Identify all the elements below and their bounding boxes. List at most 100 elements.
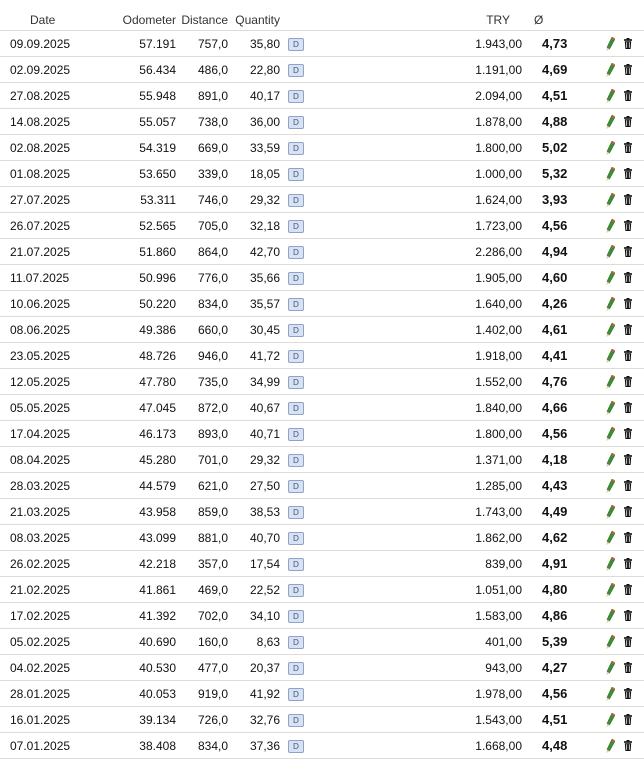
fuel-type-badge: D: [288, 661, 304, 675]
cell-cost: 1.723,00: [448, 212, 522, 239]
cell-fuel-type: D: [280, 498, 318, 525]
cell-odometer: 51.860: [118, 238, 176, 265]
pencil-icon[interactable]: [606, 556, 615, 571]
cell-actions: [578, 238, 644, 265]
trash-icon[interactable]: [624, 662, 632, 674]
trash-icon[interactable]: [624, 116, 632, 128]
pencil-icon[interactable]: [606, 686, 615, 701]
pencil-icon[interactable]: [606, 452, 615, 467]
fuel-type-badge: D: [288, 271, 304, 285]
cell-average: 4,27: [522, 654, 578, 681]
table-row: 01.08.2025 53.650 339,0 18,05 D 1.000,00…: [0, 160, 644, 187]
cell-actions: [578, 550, 644, 577]
trash-icon[interactable]: [624, 298, 632, 310]
header-quantity[interactable]: Quantity: [228, 10, 280, 31]
pencil-icon[interactable]: [606, 634, 615, 649]
header-average[interactable]: Ø: [522, 10, 578, 31]
cell-fuel-type: D: [280, 680, 318, 707]
trash-icon[interactable]: [624, 220, 632, 232]
pencil-icon[interactable]: [606, 296, 615, 311]
fuel-type-badge: D: [288, 479, 304, 493]
table-row: 17.02.2025 41.392 702,0 34,10 D 1.583,00…: [0, 602, 644, 629]
pencil-icon[interactable]: [606, 36, 615, 51]
table-row: 08.06.2025 49.386 660,0 30,45 D 1.402,00…: [0, 316, 644, 343]
trash-icon[interactable]: [624, 376, 632, 388]
trash-icon[interactable]: [624, 740, 632, 752]
trash-icon[interactable]: [624, 272, 632, 284]
trash-icon[interactable]: [624, 636, 632, 648]
cell-date: 28.03.2025: [0, 472, 118, 499]
fuel-type-badge: D: [288, 453, 304, 467]
trash-icon[interactable]: [624, 142, 632, 154]
trash-icon[interactable]: [624, 714, 632, 726]
header-date[interactable]: Date: [0, 10, 118, 31]
pencil-icon[interactable]: [606, 374, 615, 389]
table-row: 10.06.2025 50.220 834,0 35,57 D 1.640,00…: [0, 290, 644, 317]
pencil-icon[interactable]: [606, 712, 615, 727]
trash-icon[interactable]: [624, 402, 632, 414]
pencil-icon[interactable]: [606, 166, 615, 181]
pencil-icon[interactable]: [606, 62, 615, 77]
trash-icon[interactable]: [624, 194, 632, 206]
trash-icon[interactable]: [624, 532, 632, 544]
pencil-icon[interactable]: [606, 140, 615, 155]
cell-odometer: 57.191: [118, 30, 176, 57]
trash-icon[interactable]: [624, 558, 632, 570]
pencil-icon[interactable]: [606, 478, 615, 493]
pencil-icon[interactable]: [606, 244, 615, 259]
trash-icon[interactable]: [624, 506, 632, 518]
trash-icon[interactable]: [624, 688, 632, 700]
trash-icon[interactable]: [624, 38, 632, 50]
cell-spacer: [318, 212, 448, 239]
cell-average: 4,62: [522, 524, 578, 551]
trash-icon[interactable]: [624, 168, 632, 180]
header-odometer[interactable]: Odometer: [118, 10, 176, 31]
cell-cost: 1.371,00: [448, 446, 522, 473]
cell-odometer: 40.690: [118, 628, 176, 655]
trash-icon[interactable]: [624, 324, 632, 336]
pencil-icon[interactable]: [606, 608, 615, 623]
trash-icon[interactable]: [624, 350, 632, 362]
pencil-icon[interactable]: [606, 88, 615, 103]
cell-actions: [578, 732, 644, 759]
trash-icon[interactable]: [624, 90, 632, 102]
fuel-type-badge: D: [288, 141, 304, 155]
pencil-icon[interactable]: [606, 270, 615, 285]
trash-icon[interactable]: [624, 246, 632, 258]
cell-odometer: 55.057: [118, 108, 176, 135]
pencil-icon[interactable]: [606, 530, 615, 545]
trash-icon[interactable]: [624, 584, 632, 596]
pencil-icon[interactable]: [606, 218, 615, 233]
cell-odometer: 50.220: [118, 290, 176, 317]
pencil-icon[interactable]: [606, 660, 615, 675]
trash-icon[interactable]: [624, 64, 632, 76]
table-row: 26.02.2025 42.218 357,0 17,54 D 839,00 4…: [0, 550, 644, 577]
pencil-icon[interactable]: [606, 504, 615, 519]
pencil-icon[interactable]: [606, 322, 615, 337]
cell-cost: 943,00: [448, 654, 522, 681]
cell-fuel-type: D: [280, 446, 318, 473]
trash-icon[interactable]: [624, 454, 632, 466]
table-row: 08.04.2025 45.280 701,0 29,32 D 1.371,00…: [0, 446, 644, 473]
pencil-icon[interactable]: [606, 426, 615, 441]
table-row: 07.01.2025 38.408 834,0 37,36 D 1.668,00…: [0, 732, 644, 759]
header-distance[interactable]: Distance: [176, 10, 228, 31]
cell-date: 07.01.2025: [0, 732, 118, 759]
header-cost[interactable]: TRY: [448, 10, 522, 31]
cell-odometer: 53.311: [118, 186, 176, 213]
cell-quantity: 34,10: [228, 602, 280, 629]
cell-cost: 1.918,00: [448, 342, 522, 369]
trash-icon[interactable]: [624, 480, 632, 492]
pencil-icon[interactable]: [606, 114, 615, 129]
pencil-icon[interactable]: [606, 400, 615, 415]
trash-icon[interactable]: [624, 610, 632, 622]
cell-odometer: 55.948: [118, 82, 176, 109]
cell-actions: [578, 576, 644, 603]
pencil-icon[interactable]: [606, 738, 615, 753]
pencil-icon[interactable]: [606, 582, 615, 597]
pencil-icon[interactable]: [606, 192, 615, 207]
trash-icon[interactable]: [624, 428, 632, 440]
pencil-icon[interactable]: [606, 348, 615, 363]
cell-spacer: [318, 420, 448, 447]
cell-fuel-type: D: [280, 212, 318, 239]
